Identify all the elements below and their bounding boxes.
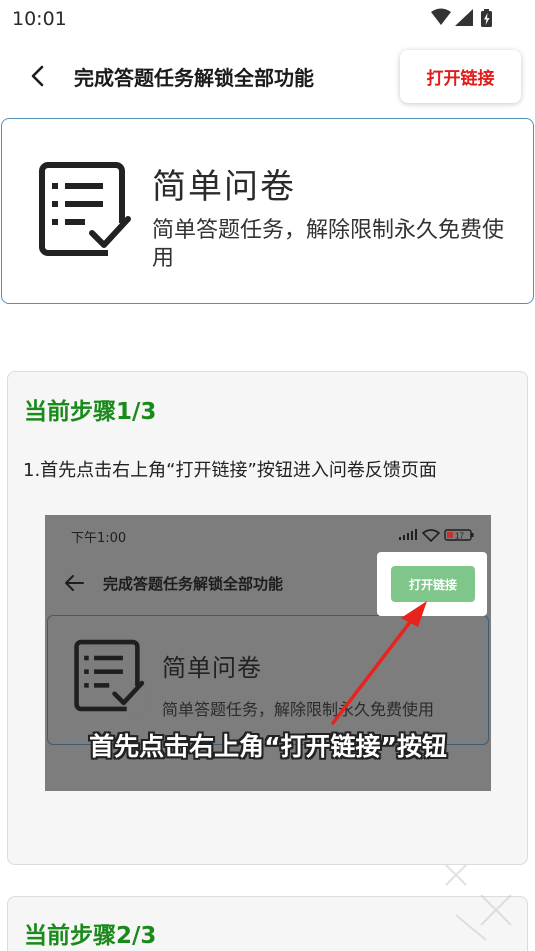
step-title: 当前步骤2/3 <box>24 923 157 949</box>
wifi-icon <box>431 8 451 25</box>
back-arrow-icon[interactable] <box>22 60 54 92</box>
survey-description: 简单答题任务，解除限制永久免费使用 <box>152 218 505 271</box>
watermark-logo <box>445 864 512 941</box>
step-title: 当前步骤1/3 <box>24 399 157 425</box>
battery-charging-icon <box>481 9 492 27</box>
page-title: 完成答题任务解锁全部功能 <box>74 66 314 90</box>
status-time: 10:01 <box>12 8 67 30</box>
app-bar: 完成答题任务解锁全部功能 打开链接 <box>0 40 535 114</box>
preview-caption: 首先点击右上角“打开链接”按钮 <box>89 732 447 761</box>
status-icons <box>431 8 492 27</box>
survey-title: 简单问卷 <box>152 167 296 207</box>
step-card-1: 当前步骤1/3 1.首先点击右上角“打开链接”按钮进入问卷反馈页面 下午1:00… <box>7 371 528 865</box>
signal-icon <box>455 9 473 26</box>
tutorial-screenshot: 下午1:00 17 完成答题任务解锁全部功能 简单问卷 简单答题任务，解除限制永… <box>45 515 491 791</box>
status-bar: 10:01 <box>0 0 535 36</box>
survey-header-card: 简单问卷 简单答题任务，解除限制永久免费使用 <box>1 118 534 304</box>
survey-checklist-icon <box>39 162 132 259</box>
open-link-button[interactable]: 打开链接 <box>400 50 521 103</box>
step-instruction: 1.首先点击右上角“打开链接”按钮进入问卷反馈页面 <box>23 460 437 481</box>
